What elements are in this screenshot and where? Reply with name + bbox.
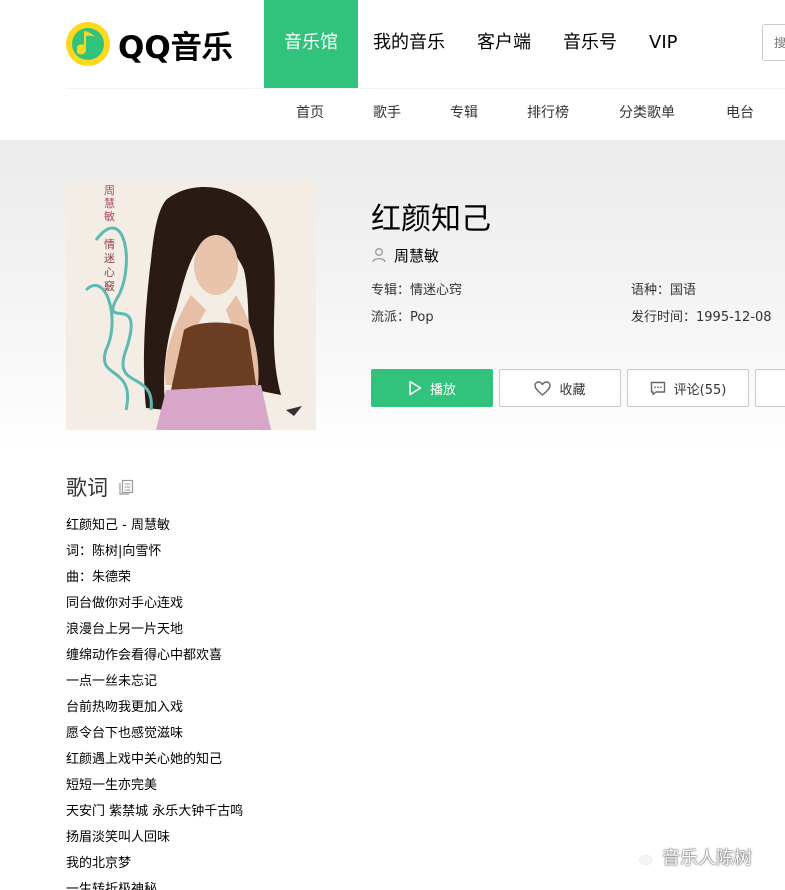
- wechat-watermark: 音乐人陈树: [628, 844, 752, 870]
- song-title: 红颜知己: [371, 202, 491, 237]
- singer-row: 周慧敏: [371, 244, 439, 266]
- nav-music-hall[interactable]: 音乐馆: [264, 0, 358, 88]
- watermark-text: 音乐人陈树: [662, 848, 752, 869]
- lyric-line: 词：陈树|向雪怀: [66, 544, 162, 559]
- lyric-line: 一点一丝未忘记: [66, 674, 158, 689]
- play-button[interactable]: 播放: [371, 369, 493, 407]
- search-box: [762, 24, 785, 61]
- album-cover[interactable]: 周慧敏 情迷心竅: [66, 180, 316, 430]
- subnav-playlists[interactable]: 分类歌单: [619, 89, 675, 137]
- lyric-line: 天安门 紫禁城 永乐大钟千古鸣: [66, 804, 244, 819]
- nav-music-account[interactable]: 音乐号: [547, 0, 633, 88]
- comment-icon: [650, 381, 666, 396]
- more-button[interactable]: [755, 369, 785, 407]
- cover-artist-text: 周慧敏: [104, 184, 115, 223]
- lyric-line: 一生转折极神秘: [66, 882, 158, 890]
- genre-info: 流派：Pop: [371, 310, 434, 325]
- cover-album-text: 情迷心竅: [104, 238, 115, 293]
- subnav-albums[interactable]: 专辑: [450, 89, 478, 137]
- site-header: QQ音乐 音乐馆 我的音乐 客户端 音乐号 VIP 首页 歌手 专辑 排行榜 分…: [0, 0, 785, 140]
- play-icon: [408, 380, 422, 396]
- person-icon: [372, 248, 386, 263]
- logo-note-icon: [66, 22, 110, 66]
- heart-icon: [534, 380, 552, 396]
- lyric-line: 台前热吻我更加入戏: [66, 700, 184, 715]
- sub-nav: 首页 歌手 专辑 排行榜 分类歌单 电台: [0, 89, 785, 140]
- copy-icon[interactable]: [118, 479, 134, 495]
- comment-label: 评论(55): [673, 382, 727, 398]
- nav-my-music[interactable]: 我的音乐: [358, 0, 461, 88]
- nav-vip[interactable]: VIP: [633, 0, 693, 88]
- lyric-line: 同台做你对手心连戏: [66, 596, 184, 611]
- wechat-icon: [628, 845, 655, 867]
- favorite-button[interactable]: 收藏: [499, 369, 621, 407]
- play-label: 播放: [429, 382, 456, 398]
- release-date-info: 发行时间：1995-12-08: [631, 310, 772, 325]
- lyrics-heading: 歌词: [66, 476, 108, 500]
- logo-text: QQ音乐: [118, 29, 233, 66]
- album-info[interactable]: 专辑：情迷心窍: [371, 279, 462, 298]
- lyric-line: 扬眉淡笑叫人回味: [66, 830, 171, 845]
- lyrics-header: 歌词: [66, 473, 134, 501]
- subnav-radio[interactable]: 电台: [726, 89, 754, 137]
- lyric-line: 愿令台下也感觉滋味: [66, 726, 184, 741]
- nav-client[interactable]: 客户端: [461, 0, 547, 88]
- qq-music-logo[interactable]: QQ音乐: [66, 20, 233, 68]
- subnav-singers[interactable]: 歌手: [373, 89, 401, 137]
- lyric-line: 短短一生亦完美: [66, 778, 158, 793]
- subnav-home[interactable]: 首页: [296, 89, 324, 137]
- search-input[interactable]: [763, 25, 785, 60]
- lyrics-body: 红颜知己 - 周慧敏 词：陈树|向雪怀 曲：朱德荣 同台做你对手心连戏 浪漫台上…: [66, 513, 243, 890]
- lyric-line: 曲：朱德荣: [66, 570, 132, 585]
- singer-link[interactable]: 周慧敏: [394, 245, 439, 266]
- lyric-line: 红颜遇上戏中关心她的知己: [66, 752, 223, 767]
- lyric-line: 我的北京梦: [66, 856, 132, 871]
- top-nav: 音乐馆 我的音乐 客户端 音乐号 VIP: [264, 0, 693, 88]
- favorite-label: 收藏: [559, 382, 586, 398]
- subnav-charts[interactable]: 排行榜: [527, 89, 569, 137]
- language-info: 语种：国语: [631, 283, 697, 298]
- lyric-line: 浪漫台上另一片天地: [66, 622, 184, 637]
- lyric-line: 红颜知己 - 周慧敏: [66, 518, 170, 533]
- lyric-line: 缠绵动作会看得心中都欢喜: [66, 648, 223, 663]
- comment-button[interactable]: 评论(55): [627, 369, 749, 407]
